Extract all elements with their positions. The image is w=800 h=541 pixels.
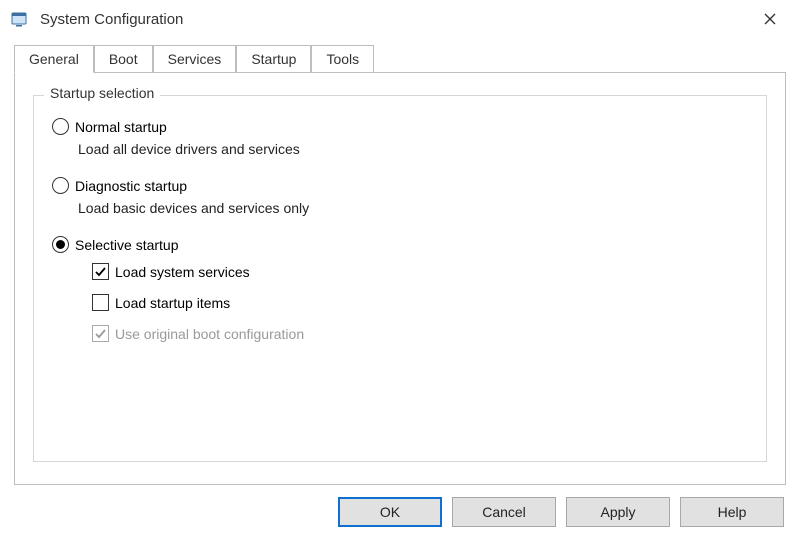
tab-services[interactable]: Services: [153, 45, 237, 73]
tab-startup[interactable]: Startup: [236, 45, 311, 73]
check-icon: [94, 327, 107, 340]
radio-selective-startup[interactable]: [52, 236, 69, 253]
option-selective-startup: Selective startup Load system services: [52, 236, 748, 342]
option-normal-startup: Normal startup Load all device drivers a…: [52, 118, 748, 157]
startup-selection-group: Startup selection Normal startup Load al…: [33, 95, 767, 462]
tab-boot[interactable]: Boot: [94, 45, 153, 73]
checkbox-use-original-boot: [92, 325, 109, 342]
close-icon: [764, 13, 776, 25]
option-diagnostic-startup: Diagnostic startup Load basic devices an…: [52, 177, 748, 216]
selective-suboptions: Load system services Load startup items: [92, 263, 748, 342]
dialog-body: General Boot Services Startup Tools Star…: [0, 36, 800, 485]
ok-button[interactable]: OK: [338, 497, 442, 527]
radio-normal-label: Normal startup: [75, 119, 167, 135]
window-title: System Configuration: [40, 11, 750, 28]
app-icon: [10, 9, 30, 29]
check-row-load-startup-items: Load startup items: [92, 294, 748, 311]
help-button[interactable]: Help: [680, 497, 784, 527]
titlebar: System Configuration: [0, 0, 800, 36]
check-icon: [94, 265, 107, 278]
tabstrip: General Boot Services Startup Tools: [14, 44, 786, 72]
button-row: OK Cancel Apply Help: [0, 485, 800, 541]
tab-tools[interactable]: Tools: [311, 45, 374, 73]
close-button[interactable]: [750, 4, 790, 34]
check-row-use-original-boot: Use original boot configuration: [92, 325, 748, 342]
group-legend: Startup selection: [44, 85, 160, 101]
label-use-original-boot: Use original boot configuration: [115, 326, 304, 342]
label-load-system-services: Load system services: [115, 264, 250, 280]
check-row-load-system-services: Load system services: [92, 263, 748, 280]
checkbox-load-startup-items[interactable]: [92, 294, 109, 311]
radio-normal-startup[interactable]: [52, 118, 69, 135]
cancel-button[interactable]: Cancel: [452, 497, 556, 527]
apply-button[interactable]: Apply: [566, 497, 670, 527]
tab-general[interactable]: General: [14, 45, 94, 73]
radio-diagnostic-label: Diagnostic startup: [75, 178, 187, 194]
normal-startup-desc: Load all device drivers and services: [78, 141, 748, 157]
window-root: System Configuration General Boot Servic…: [0, 0, 800, 541]
checkbox-load-system-services[interactable]: [92, 263, 109, 280]
diagnostic-startup-desc: Load basic devices and services only: [78, 200, 748, 216]
label-load-startup-items: Load startup items: [115, 295, 230, 311]
radio-selective-label: Selective startup: [75, 237, 179, 253]
radio-diagnostic-startup[interactable]: [52, 177, 69, 194]
tab-panel-general: Startup selection Normal startup Load al…: [14, 72, 786, 485]
